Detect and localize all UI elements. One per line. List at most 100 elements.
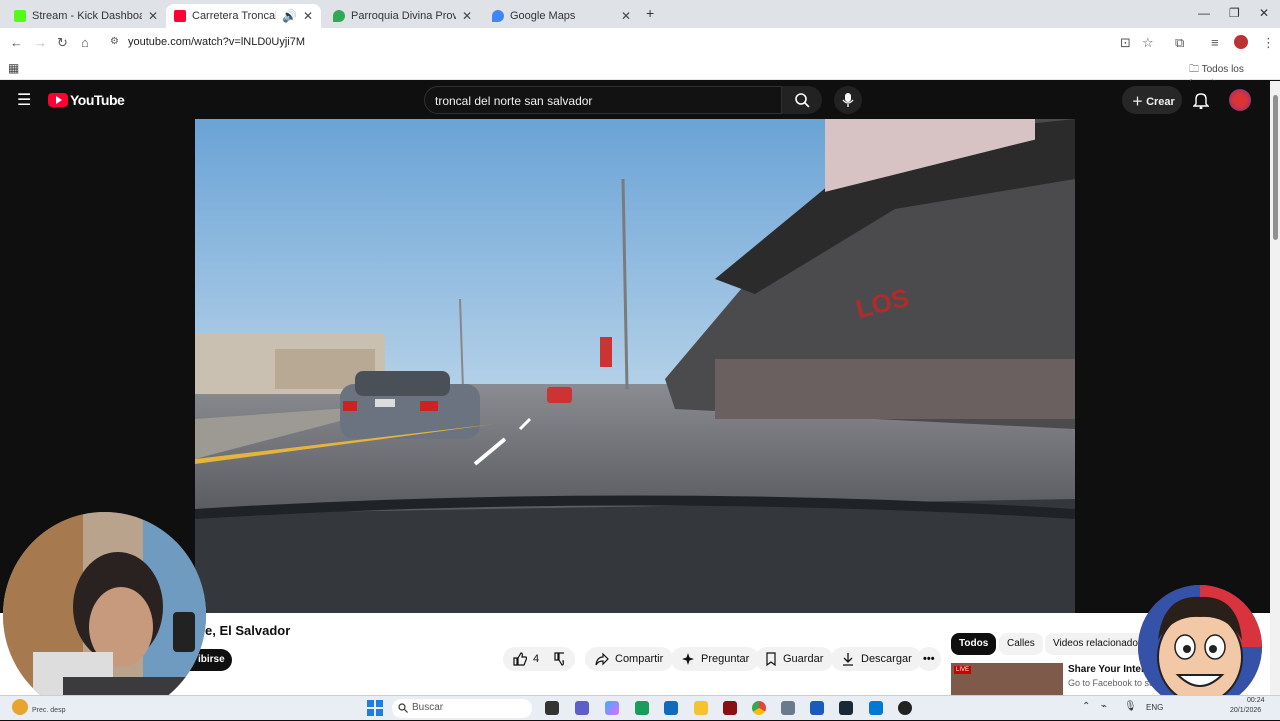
- search-icon: [795, 93, 810, 108]
- clock-time[interactable]: 00:24: [1247, 697, 1265, 704]
- video-player[interactable]: LOS: [195, 119, 1075, 613]
- video-frame: LOS: [195, 119, 1075, 613]
- network-icon[interactable]: ⌁: [1101, 701, 1107, 712]
- webcam-feed: [3, 512, 206, 718]
- like-count: 4: [533, 653, 540, 665]
- tab-parroquia[interactable]: Parroquia Divina Providencia - ✕: [325, 4, 480, 28]
- share-button[interactable]: Compartir: [585, 647, 674, 671]
- tab-title: Stream - Kick Dashboard: [32, 10, 142, 22]
- app-red-icon[interactable]: [723, 701, 737, 715]
- plus-icon: ＋: [1132, 96, 1147, 108]
- home-icon[interactable]: ⌂: [81, 35, 89, 50]
- steam-icon[interactable]: [839, 701, 853, 715]
- tab-title: Parroquia Divina Providencia -: [351, 10, 456, 22]
- close-tab-icon[interactable]: ✕: [462, 9, 472, 23]
- video-title: e, El Salvador: [205, 623, 291, 638]
- webcam-overlay: [3, 512, 206, 718]
- profile-avatar[interactable]: [1234, 35, 1248, 49]
- youtube-play-logo-icon: [48, 93, 68, 107]
- copilot-icon[interactable]: [605, 701, 619, 715]
- ask-button[interactable]: Preguntar: [671, 647, 760, 671]
- reload-icon[interactable]: ↻: [57, 35, 68, 51]
- task-view-icon[interactable]: [545, 701, 559, 715]
- recommended-subtitle: Go to Facebook to sta: [1068, 678, 1157, 688]
- share-icon: [595, 652, 609, 666]
- outlook-icon[interactable]: [664, 701, 678, 715]
- windows-start-icon[interactable]: [367, 700, 383, 716]
- speaker-icon[interactable]: 🔊: [282, 9, 297, 23]
- chrome-icon[interactable]: [752, 701, 766, 715]
- cartoon-avatar-overlay: [1138, 585, 1262, 709]
- install-app-icon[interactable]: ⊡: [1120, 35, 1131, 51]
- download-button[interactable]: Descargar: [831, 647, 922, 671]
- close-tab-icon[interactable]: ✕: [148, 9, 158, 23]
- chip-calles[interactable]: Calles: [999, 633, 1043, 655]
- search-button[interactable]: [782, 86, 822, 114]
- extensions-icon[interactable]: ⧉: [1175, 35, 1184, 51]
- url-input[interactable]: ⚙ youtube.com/watch?v=lNLD0Uyji7M: [102, 32, 1112, 54]
- sparkle-icon: [682, 653, 694, 665]
- chrome-menu-icon[interactable]: ⋮: [1262, 35, 1275, 51]
- minimize-icon[interactable]: —: [1198, 6, 1210, 20]
- new-tab-button[interactable]: +: [646, 5, 654, 21]
- scrollbar-thumb[interactable]: [1273, 95, 1278, 240]
- media-control-icon[interactable]: ≡: [1211, 35, 1219, 50]
- close-tab-icon[interactable]: ✕: [621, 9, 631, 23]
- site-info-icon[interactable]: ⚙: [110, 36, 119, 47]
- app-green-icon[interactable]: [635, 701, 649, 715]
- chip-videos-relacionados[interactable]: Videos relacionados: [1045, 633, 1151, 655]
- weather-icon[interactable]: [12, 699, 28, 715]
- dislike-button[interactable]: [548, 647, 576, 671]
- share-label: Compartir: [615, 653, 664, 665]
- teams-icon[interactable]: [575, 701, 589, 715]
- bookmarks-bar: ▦ 🗀 Todos los favoritos: [0, 58, 1280, 90]
- forward-icon[interactable]: →: [34, 35, 47, 50]
- tab-google-maps[interactable]: Google Maps ✕: [484, 4, 639, 28]
- account-avatar[interactable]: [1229, 89, 1251, 111]
- more-actions-button[interactable]: •••: [917, 647, 941, 671]
- bookmark-icon: [766, 652, 776, 666]
- thumbs-up-icon: [513, 652, 527, 666]
- camera-app-icon[interactable]: [781, 701, 795, 715]
- taskbar-search-input[interactable]: Buscar: [392, 699, 532, 718]
- clock-date[interactable]: 20/1/2026: [1230, 707, 1261, 714]
- youtube-logo[interactable]: YouTube: [48, 92, 125, 108]
- ask-label: Preguntar: [701, 653, 750, 665]
- obs-icon[interactable]: [898, 701, 912, 715]
- word-icon[interactable]: [810, 701, 824, 715]
- voice-search-button[interactable]: [834, 86, 862, 114]
- weather-text: Prec. desp: [32, 707, 66, 714]
- create-label: Crear: [1146, 96, 1175, 108]
- chip-todos[interactable]: Todos: [951, 633, 997, 655]
- youtube-header: ☰ YouTube troncal del norte san salvador…: [0, 81, 1270, 119]
- tray-chevron-up-icon[interactable]: ⌃: [1082, 701, 1090, 712]
- save-button[interactable]: Guardar: [755, 647, 834, 671]
- store-icon[interactable]: [869, 701, 883, 715]
- tab-kick-dashboard[interactable]: Stream - Kick Dashboard ✕: [6, 4, 166, 28]
- back-icon[interactable]: ←: [10, 35, 23, 50]
- maps-pin-icon: [492, 10, 504, 22]
- youtube-logo-text: YouTube: [70, 92, 125, 108]
- tab-youtube-video[interactable]: Carretera Troncal del Norte 🔊 ✕: [166, 4, 321, 28]
- apps-grid-icon[interactable]: ▦: [8, 61, 19, 75]
- close-tab-icon[interactable]: ✕: [303, 9, 313, 23]
- bookmark-star-icon[interactable]: ☆: [1142, 35, 1154, 51]
- notifications-bell-icon[interactable]: [1193, 91, 1209, 109]
- address-bar-row: ← → ↻ ⌂ ⚙ youtube.com/watch?v=lNLD0Uyji7…: [0, 28, 1280, 58]
- search-input[interactable]: troncal del norte san salvador: [424, 86, 782, 114]
- recommended-thumbnail[interactable]: LIVE: [951, 663, 1063, 695]
- recommended-title[interactable]: Share Your Intere: [1068, 664, 1150, 675]
- file-explorer-icon[interactable]: [694, 701, 708, 715]
- close-window-icon[interactable]: ✕: [1259, 6, 1269, 20]
- language-indicator[interactable]: ENG: [1146, 703, 1163, 712]
- windows-taskbar: Prec. desp Buscar ⌃ ⌁ 🎙 ENG 00:24 20/1/2…: [0, 695, 1280, 720]
- browser-tab-strip: Stream - Kick Dashboard ✕ Carretera Tron…: [0, 0, 1280, 28]
- more-horizontal-icon: •••: [923, 653, 935, 665]
- restore-icon[interactable]: ❐: [1229, 6, 1240, 20]
- thumbs-down-icon: [554, 652, 564, 666]
- hamburger-menu-icon[interactable]: ☰: [17, 90, 31, 110]
- youtube-favicon-icon: [174, 10, 186, 22]
- microphone-icon: [842, 93, 854, 107]
- mic-tray-icon[interactable]: 🎙: [1124, 701, 1137, 712]
- create-button[interactable]: ＋ Crear: [1122, 86, 1182, 114]
